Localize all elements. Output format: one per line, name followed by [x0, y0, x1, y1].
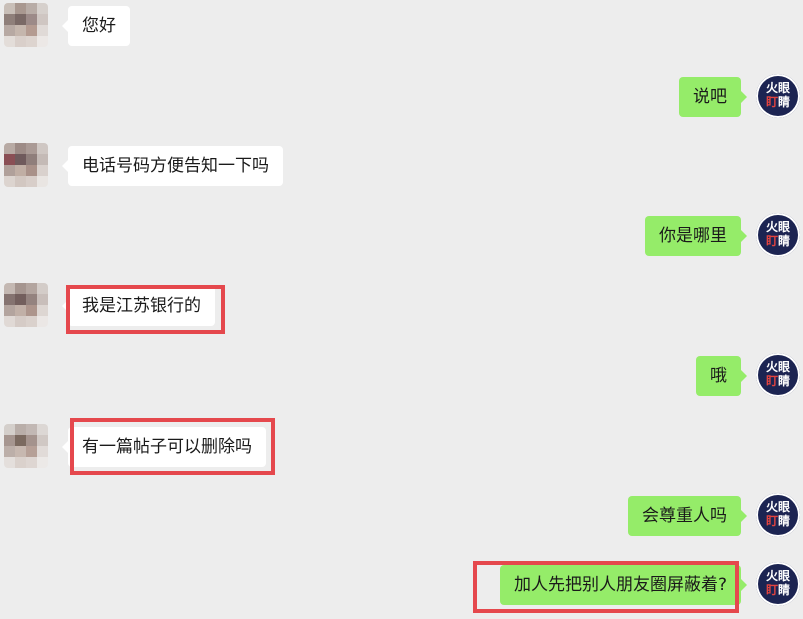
incoming-message-bubble[interactable]: 您好: [62, 6, 130, 46]
brand-logo-icon: 火眼 盯睛: [756, 353, 800, 397]
message-row: 会尊重人吗 火眼 盯睛: [0, 490, 803, 550]
pixelated-avatar-image: [4, 3, 48, 47]
brand-logo-icon: 火眼 盯睛: [756, 74, 800, 118]
pixelated-avatar-image: [4, 143, 48, 187]
incoming-message-bubble[interactable]: 有一篇帖子可以删除吗: [62, 427, 266, 467]
message-row: 有一篇帖子可以删除吗: [0, 421, 803, 481]
contact-avatar[interactable]: [4, 3, 48, 47]
message-row: 加人先把别人朋友圈屏蔽着? 火眼 盯睛: [0, 559, 803, 619]
incoming-message-bubble[interactable]: 电话号码方便告知一下吗: [62, 146, 283, 186]
chat-window: 您好 说吧 火眼 盯睛 电话号码方便告知一下吗 你是哪里 火眼 盯睛 我是江苏银…: [0, 0, 803, 615]
pixelated-avatar-image: [4, 283, 48, 327]
message-row: 电话号码方便告知一下吗: [0, 140, 803, 200]
outgoing-message-bubble[interactable]: 会尊重人吗: [628, 496, 747, 536]
outgoing-message-bubble[interactable]: 你是哪里: [645, 216, 747, 256]
message-row: 您好: [0, 0, 803, 60]
contact-avatar[interactable]: [4, 283, 48, 327]
message-row: 哦 火眼 盯睛: [0, 350, 803, 410]
brand-avatar[interactable]: 火眼 盯睛: [756, 562, 800, 606]
brand-logo-icon: 火眼 盯睛: [756, 562, 800, 606]
brand-logo-icon: 火眼 盯睛: [756, 213, 800, 257]
incoming-message-bubble[interactable]: 我是江苏银行的: [62, 286, 215, 326]
contact-avatar[interactable]: [4, 424, 48, 468]
outgoing-message-bubble[interactable]: 哦: [696, 356, 747, 396]
brand-logo-icon: 火眼 盯睛: [756, 493, 800, 537]
pixelated-avatar-image: [4, 424, 48, 468]
brand-avatar[interactable]: 火眼 盯睛: [756, 493, 800, 537]
message-row: 说吧 火眼 盯睛: [0, 71, 803, 131]
outgoing-message-bubble[interactable]: 说吧: [679, 77, 747, 117]
contact-avatar[interactable]: [4, 143, 48, 187]
brand-avatar[interactable]: 火眼 盯睛: [756, 74, 800, 118]
outgoing-message-bubble[interactable]: 加人先把别人朋友圈屏蔽着?: [499, 565, 748, 605]
brand-avatar[interactable]: 火眼 盯睛: [756, 353, 800, 397]
message-row: 你是哪里 火眼 盯睛: [0, 210, 803, 270]
brand-avatar[interactable]: 火眼 盯睛: [756, 213, 800, 257]
message-row: 我是江苏银行的: [0, 280, 803, 340]
